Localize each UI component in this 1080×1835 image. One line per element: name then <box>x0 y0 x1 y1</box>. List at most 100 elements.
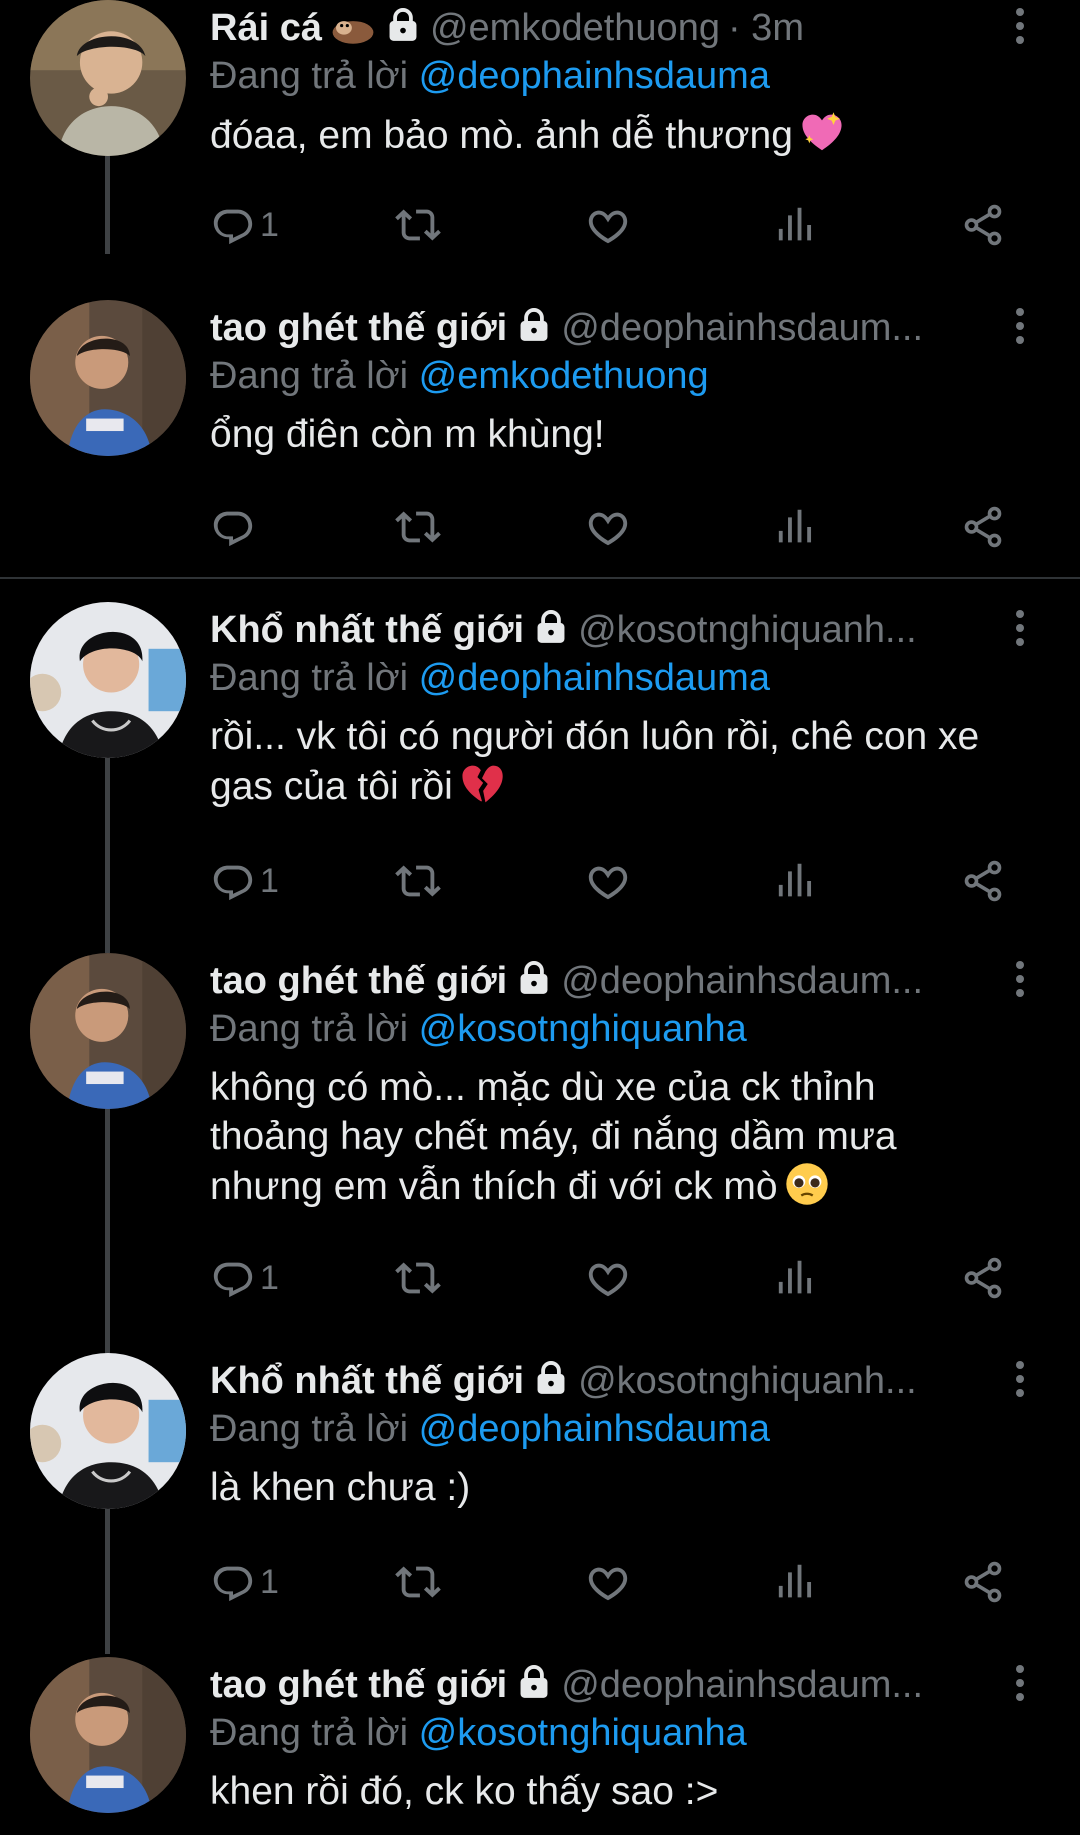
retweet-icon <box>395 202 441 248</box>
share-button[interactable] <box>960 856 1006 906</box>
tweet[interactable]: tao ghét thế giới @deophainhsdaum... Đang… <box>0 300 1080 570</box>
share-icon <box>960 504 1006 550</box>
retweet-icon <box>395 504 441 550</box>
reply-button[interactable] <box>210 502 260 552</box>
user-handle[interactable]: @kosotnghiquanh... <box>578 1360 917 1402</box>
avatar[interactable] <box>30 1657 186 1813</box>
tweet-header: Khổ nhất thế giới @kosotnghiquanh... <box>210 1359 1020 1403</box>
share-button[interactable] <box>960 502 1006 552</box>
user-handle[interactable]: @deophainhsdaum... <box>561 1664 923 1706</box>
share-button[interactable] <box>960 1557 1006 1607</box>
tweet-text: là khen chưa :) <box>210 1466 471 1509</box>
share-button[interactable] <box>960 200 1006 250</box>
more-options-icon[interactable] <box>1010 306 1030 346</box>
views-button[interactable] <box>775 856 821 906</box>
user-handle[interactable]: @kosotnghiquanh... <box>578 609 917 651</box>
reply-count: 1 <box>260 861 279 900</box>
replying-to-label: Đang trả lời <box>210 657 409 699</box>
reply-button[interactable]: 1 <box>210 856 279 906</box>
heart-icon <box>585 858 631 904</box>
like-button[interactable] <box>585 200 631 250</box>
lock-icon <box>532 608 570 646</box>
tweet[interactable]: tao ghét thế giới @deophainhsdaum... Đang… <box>0 953 1080 1353</box>
replying-to: Đang trả lời @kosotnghiquanha <box>210 1007 747 1051</box>
more-options-icon[interactable] <box>1010 1663 1030 1703</box>
more-options-icon[interactable] <box>1010 959 1030 999</box>
tweet-text-content: đóaa, em bảo mò. ảnh dễ thương <box>210 114 793 157</box>
replying-to-label: Đang trả lời <box>210 355 409 397</box>
share-icon <box>960 1255 1006 1301</box>
tweet[interactable]: Khổ nhất thế giới @kosotnghiquanh... Đang… <box>0 1353 1080 1653</box>
reply-mention[interactable]: @deophainhsdauma <box>419 55 770 97</box>
display-name[interactable]: Khổ nhất thế giới <box>210 1360 524 1402</box>
avatar[interactable] <box>30 0 186 156</box>
reply-button[interactable]: 1 <box>210 200 279 250</box>
replying-to-label: Đang trả lời <box>210 1712 409 1754</box>
like-button[interactable] <box>585 1557 631 1607</box>
tweet[interactable]: tao ghét thế giới @deophainhsdaum... Đang… <box>0 1657 1080 1835</box>
reply-mention[interactable]: @deophainhsdauma <box>419 657 770 699</box>
avatar[interactable] <box>30 300 186 456</box>
tweet[interactable]: Rái cá @emkodethuong · 3m Đang trả lời @de… <box>0 0 1080 260</box>
views-icon <box>775 1255 821 1301</box>
retweet-icon <box>395 1255 441 1301</box>
tweet-actions: 1 <box>210 1557 1010 1607</box>
replying-to: Đang trả lời @kosotnghiquanha <box>210 1711 747 1755</box>
avatar[interactable] <box>30 1353 186 1509</box>
tweet-actions <box>210 502 1010 552</box>
tweet-header: Khổ nhất thế giới @kosotnghiquanh... <box>210 608 1020 652</box>
reply-mention[interactable]: @kosotnghiquanha <box>419 1008 747 1050</box>
broken-heart-emoji-icon <box>459 761 505 807</box>
heart-icon <box>585 1255 631 1301</box>
more-options-icon[interactable] <box>1010 1359 1030 1399</box>
tweet-header: Rái cá @emkodethuong · 3m <box>210 6 1020 50</box>
like-button[interactable] <box>585 1253 631 1303</box>
user-handle[interactable]: @deophainhsdaum... <box>561 307 923 349</box>
display-name[interactable]: tao ghét thế giới <box>210 1664 507 1706</box>
display-name[interactable]: tao ghét thế giới <box>210 960 507 1002</box>
views-icon <box>775 1559 821 1605</box>
retweet-button[interactable] <box>395 1557 441 1607</box>
views-icon <box>775 858 821 904</box>
avatar[interactable] <box>30 953 186 1109</box>
reply-button[interactable]: 1 <box>210 1253 279 1303</box>
replying-to: Đang trả lời @emkodethuong <box>210 354 709 398</box>
share-icon <box>960 202 1006 248</box>
reply-mention[interactable]: @kosotnghiquanha <box>419 1712 747 1754</box>
retweet-button[interactable] <box>395 856 441 906</box>
heart-icon <box>585 1559 631 1605</box>
tweet-text: không có mò... mặc dù xe của ck thỉnh th… <box>210 1063 990 1211</box>
retweet-button[interactable] <box>395 1253 441 1303</box>
otter-emoji-icon <box>330 12 376 46</box>
reply-mention[interactable]: @deophainhsdauma <box>419 1408 770 1450</box>
thread-divider <box>0 577 1080 579</box>
share-icon <box>960 858 1006 904</box>
avatar[interactable] <box>30 602 186 758</box>
like-button[interactable] <box>585 856 631 906</box>
more-options-icon[interactable] <box>1010 608 1030 648</box>
more-options-icon[interactable] <box>1010 6 1030 46</box>
display-name[interactable]: tao ghét thế giới <box>210 307 507 349</box>
views-button[interactable] <box>775 502 821 552</box>
retweet-button[interactable] <box>395 502 441 552</box>
retweet-icon <box>395 858 441 904</box>
reply-mention[interactable]: @emkodethuong <box>419 355 709 397</box>
tweet-header: tao ghét thế giới @deophainhsdaum... <box>210 306 1020 350</box>
views-button[interactable] <box>775 1253 821 1303</box>
replying-to-label: Đang trả lời <box>210 1408 409 1450</box>
lock-icon <box>515 1663 553 1701</box>
like-button[interactable] <box>585 502 631 552</box>
user-handle[interactable]: @emkodethuong <box>430 7 720 49</box>
reply-button[interactable]: 1 <box>210 1557 279 1607</box>
replying-to: Đang trả lời @deophainhsdauma <box>210 656 770 700</box>
tweet-text: đóaa, em bảo mò. ảnh dễ thương <box>210 110 1040 160</box>
display-name[interactable]: Khổ nhất thế giới <box>210 609 524 651</box>
display-name[interactable]: Rái cá <box>210 7 322 49</box>
lock-icon <box>515 306 553 344</box>
tweet[interactable]: Khổ nhất thế giới @kosotnghiquanh... Đang… <box>0 602 1080 962</box>
retweet-button[interactable] <box>395 200 441 250</box>
share-button[interactable] <box>960 1253 1006 1303</box>
user-handle[interactable]: @deophainhsdaum... <box>561 960 923 1002</box>
views-button[interactable] <box>775 200 821 250</box>
views-button[interactable] <box>775 1557 821 1607</box>
